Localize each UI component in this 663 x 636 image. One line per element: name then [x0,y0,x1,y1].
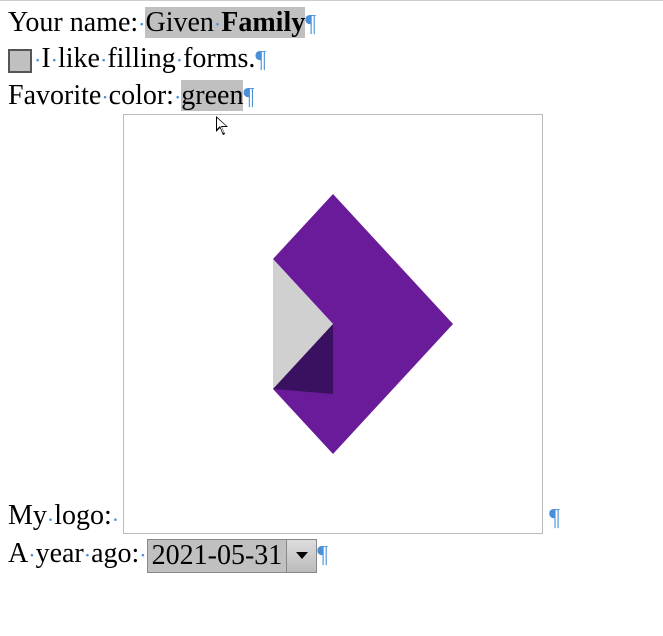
space-mark: · [112,506,119,535]
space-mark: · [176,48,183,73]
date-label-year: year [36,538,84,569]
logo-label-my: My [8,498,47,534]
checkbox-label-filling: filling [107,43,175,74]
space-mark: · [139,542,146,567]
date-dropdown-button[interactable] [286,540,316,572]
pilcrow-mark: ¶ [255,47,266,73]
name-line: Your name:·Given·Family¶ [8,5,655,41]
pilcrow-mark: ¶ [549,503,560,534]
logo-image-field[interactable] [123,114,543,534]
name-label: Your name: [8,7,138,38]
checkbox-label-I: I [41,43,50,74]
color-label-color: color: [109,80,174,111]
pilcrow-mark: ¶ [317,542,328,568]
date-line: A·year·ago:·2021-05-31¶ [8,536,655,573]
date-value: 2021-05-31 [148,540,287,572]
pilcrow-mark: ¶ [243,84,254,110]
color-field[interactable]: green [181,80,243,111]
name-field[interactable]: Given·Family [145,7,305,38]
logo-label-logo: logo: [54,498,112,534]
date-label-a: A [8,538,28,569]
logo-image [203,184,463,464]
space-mark: · [28,542,35,567]
name-family: Family [221,7,305,38]
checkbox-line: ·I·like·filling·forms.¶ [8,41,655,77]
pilcrow-mark: ¶ [305,11,316,37]
space-mark: · [84,542,91,567]
color-label-favorite: Favorite [8,80,101,111]
checkbox-label-like: like [58,43,100,74]
color-line: Favorite·color:·green¶ [8,78,655,114]
date-label-ago: ago: [91,538,139,569]
name-given: Given [145,7,213,38]
logo-line: My·logo:· ¶ [8,114,655,534]
like-filling-forms-checkbox[interactable] [8,49,32,73]
checkbox-label-forms: forms. [183,43,255,74]
date-field[interactable]: 2021-05-31 [147,539,318,573]
space-mark: · [51,48,58,73]
chevron-down-icon [296,552,308,559]
space-mark: · [47,506,54,535]
space-mark: · [101,84,108,109]
